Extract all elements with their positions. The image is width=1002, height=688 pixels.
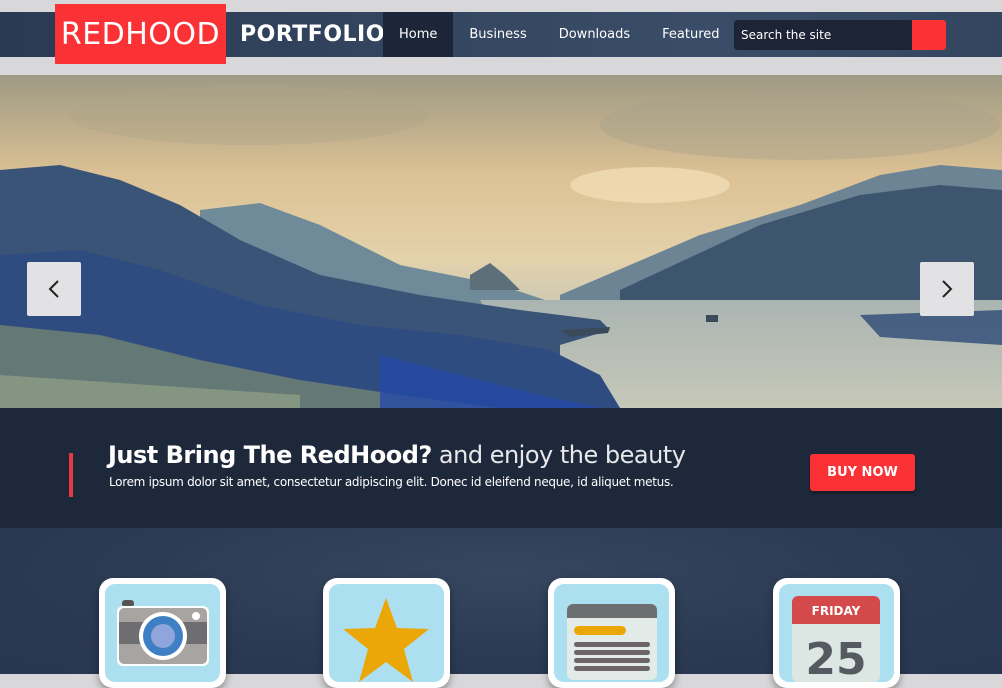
nav-item-home[interactable]: Home [383,12,454,57]
nav-item-downloads[interactable]: Downloads [543,12,646,57]
search-button[interactable] [912,20,946,50]
feature-card-document[interactable] [548,578,675,688]
cta-title: Just Bring The RedHood? and enjoy the be… [108,441,686,469]
camera-icon [117,600,209,666]
chevron-left-icon [48,280,59,298]
document-icon [567,604,657,680]
calendar-icon: FRIDAY 25 [792,596,880,682]
cta-title-bold: Just Bring The RedHood? [108,441,432,469]
star-icon [343,598,429,682]
buy-now-button[interactable]: BUY NOW [810,454,915,491]
calendar-day: FRIDAY [812,604,861,618]
chevron-right-icon [942,280,953,298]
feature-card-star[interactable] [323,578,450,688]
hero-slider-image [0,75,1002,408]
main-nav: Home Business Downloads Featured [383,12,736,57]
search-input[interactable] [734,20,912,50]
feature-card-inner [329,584,444,682]
feature-card-inner: FRIDAY 25 [779,584,894,682]
feature-card-inner [105,584,220,682]
feature-card-inner [554,584,669,682]
cta-title-light: and enjoy the beauty [431,441,686,469]
nav-item-business[interactable]: Business [453,12,542,57]
slider-next-button[interactable] [920,262,974,316]
feature-card-calendar[interactable]: FRIDAY 25 [773,578,900,688]
search-box [734,20,946,50]
landscape-illustration [0,75,1002,408]
feature-card-camera[interactable] [99,578,226,688]
nav-item-featured[interactable]: Featured [646,12,735,57]
slider-prev-button[interactable] [27,262,81,316]
calendar-date: 25 [805,634,866,682]
cta-subtitle: Lorem ipsum dolor sit amet, consectetur … [109,475,674,489]
cta-accent-bar [69,453,73,497]
logo-portfolio[interactable]: PORTFOLIO [240,12,385,57]
logo-redhood[interactable]: REDHOOD [55,4,226,64]
